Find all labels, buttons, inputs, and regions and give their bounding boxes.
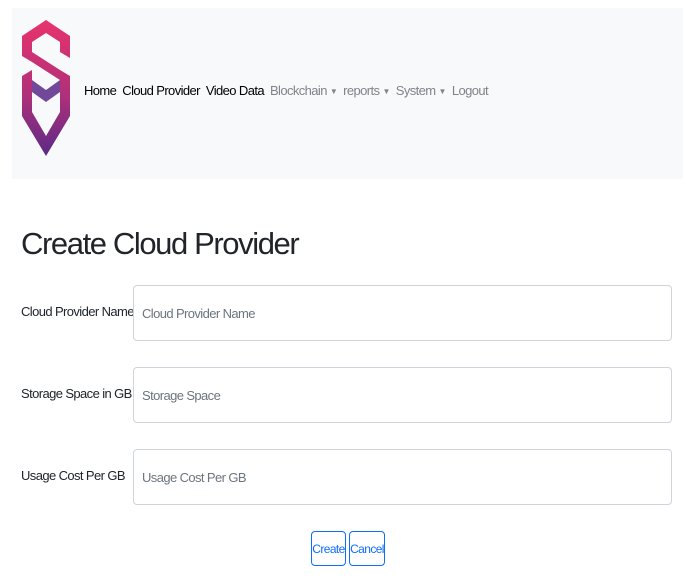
nav-cloud-provider[interactable]: Cloud Provider	[122, 83, 200, 98]
nav-video-data[interactable]: Video Data	[205, 83, 265, 98]
brand-logo-icon[interactable]	[20, 18, 72, 158]
cancel-button[interactable]: Cancel	[349, 531, 385, 566]
usage-cost-input[interactable]	[133, 449, 672, 505]
provider-name-label: Cloud Provider Name	[21, 304, 134, 319]
nav-links: Home Cloud Provider Video Data Blockchai…	[84, 83, 494, 98]
navbar: Home Cloud Provider Video Data Blockchai…	[12, 8, 683, 179]
nav-logout-label: Logout	[451, 83, 489, 98]
usage-cost-label: Usage Cost Per GB	[21, 468, 126, 483]
page-title: Create Cloud Provider	[21, 226, 300, 261]
caret-down-icon: ▼	[382, 87, 390, 96]
nav-home[interactable]: Home	[84, 83, 117, 98]
nav-cloud-provider-label: Cloud Provider	[122, 83, 200, 98]
create-button[interactable]: Create	[311, 531, 346, 566]
nav-reports-label: reports	[343, 83, 380, 98]
nav-blockchain-label: Blockchain	[269, 83, 327, 98]
form-row-storage-space: Storage Space in GB	[21, 367, 675, 425]
caret-down-icon: ▼	[438, 87, 447, 96]
form-row-usage-cost: Usage Cost Per GB	[21, 449, 675, 507]
nav-blockchain-dropdown[interactable]: Blockchain ▼	[269, 83, 338, 98]
storage-space-label: Storage Space in GB	[21, 386, 132, 401]
nav-system-label: System	[395, 83, 436, 98]
storage-space-input[interactable]	[133, 367, 672, 423]
nav-logout[interactable]: Logout	[451, 83, 489, 98]
nav-home-label: Home	[84, 83, 117, 98]
nav-system-dropdown[interactable]: System ▼	[395, 83, 447, 98]
caret-down-icon: ▼	[329, 87, 338, 96]
nav-video-data-label: Video Data	[205, 83, 265, 98]
nav-reports-dropdown[interactable]: reports ▼	[343, 83, 390, 98]
form-row-provider-name: Cloud Provider Name	[21, 285, 675, 343]
provider-name-input[interactable]	[133, 285, 672, 341]
